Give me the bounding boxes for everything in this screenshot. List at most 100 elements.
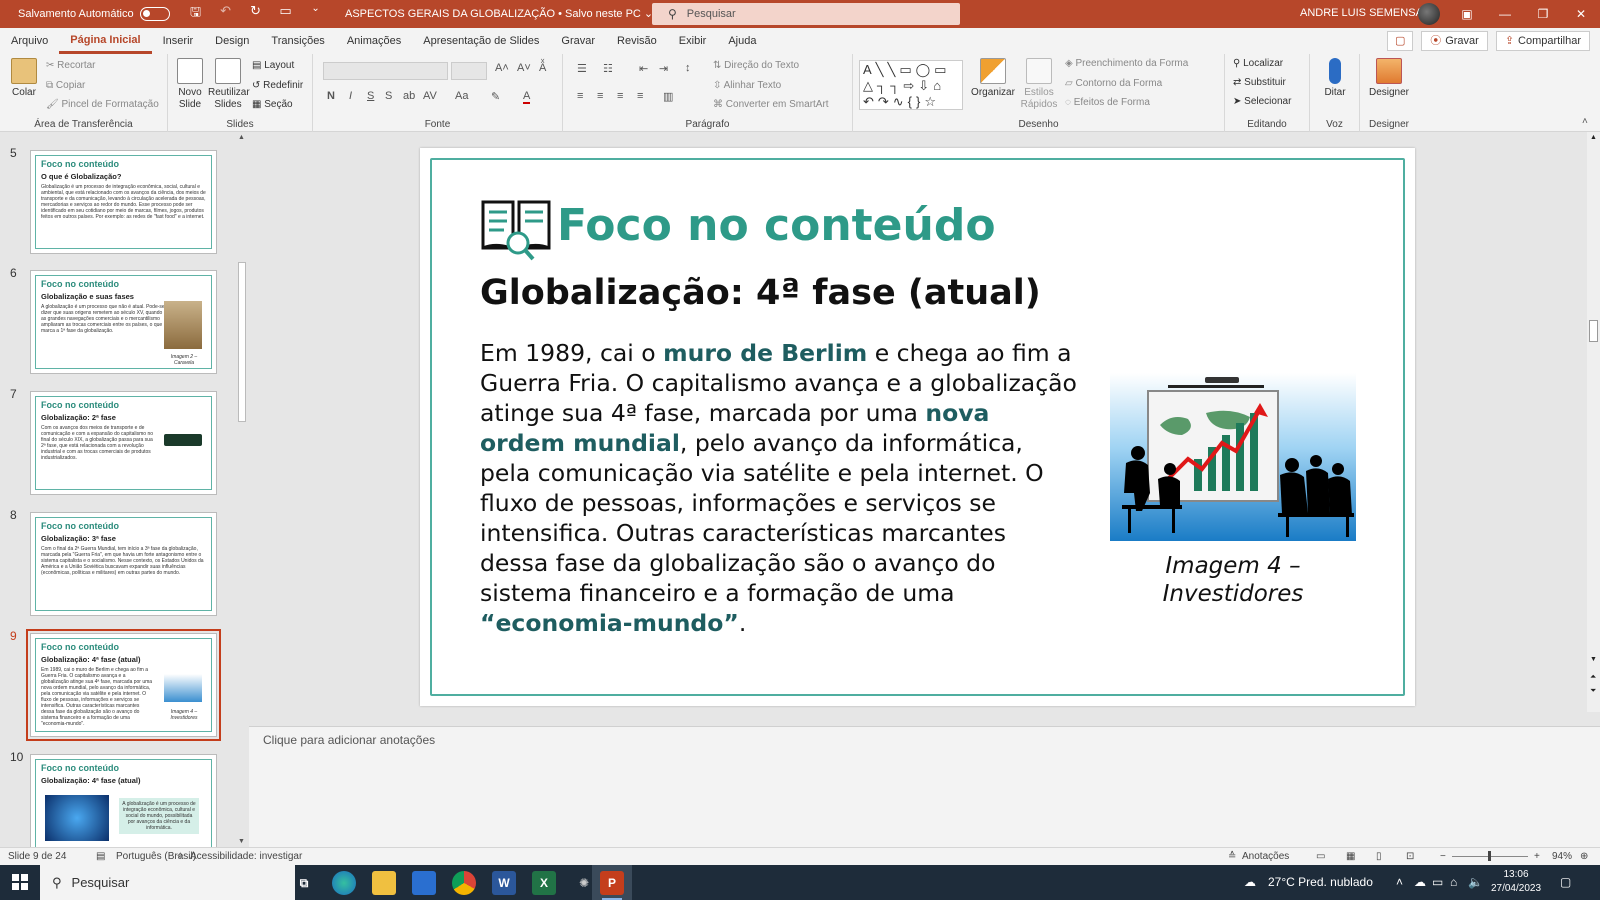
shapes-gallery[interactable]: A╲╲▭◯▭ △┐┐⇨⇩⌂ ↶↷∿{}☆ [859,60,963,110]
notes-pane[interactable]: Clique para adicionar anotações [249,726,1600,847]
user-name[interactable]: ANDRE LUIS SEMENSATO [1300,7,1437,19]
scroll-up-icon[interactable]: ▲ [1590,134,1597,141]
arrange-button[interactable]: Organizar [971,58,1015,99]
dictate-button[interactable]: Ditar [1318,58,1352,99]
comments-icon[interactable]: ▢ [1387,31,1414,51]
powerpoint-icon[interactable]: P [600,871,624,895]
scroll-thumb[interactable] [238,262,246,422]
reset-button[interactable]: ↺ Redefinir [252,80,303,91]
tab-revisao[interactable]: Revisão [606,28,668,54]
normal-view-icon[interactable]: ▭ [1316,851,1325,862]
reuse-slides-button[interactable]: Reutilizar Slides [208,58,250,111]
font-name-select[interactable] [323,62,448,80]
shrink-font-icon[interactable]: A˅ [517,62,531,74]
onedrive-icon[interactable]: ☁ [1414,865,1426,900]
highlight-icon[interactable]: ✎ [491,90,500,103]
tab-exibir[interactable]: Exibir [668,28,718,54]
zoom-slider-thumb[interactable] [1488,851,1491,861]
paste-button[interactable]: Colar [6,58,42,99]
investors-image[interactable] [1110,373,1356,541]
taskbar-search[interactable]: ⚲ Pesquisar [40,865,295,900]
smartart-button[interactable]: ⌘ Converter em SmartArt [713,99,829,110]
excel-icon[interactable]: X [532,871,556,895]
tab-apresentacao[interactable]: Apresentação de Slides [412,28,550,54]
fit-slide-icon[interactable]: ⊕ [1580,851,1588,862]
scroll-down-icon[interactable]: ▼ [238,838,245,845]
autosave-toggle[interactable] [139,7,170,21]
collapse-ribbon-icon[interactable]: ˄ [1582,116,1588,127]
slide-thumbnail-5[interactable]: Foco no conteúdo O que é Globalização? G… [30,150,217,254]
search-input[interactable]: ⚲ Pesquisar [652,3,960,25]
weather-status[interactable]: 27°C Pred. nublado [1268,865,1373,900]
task-view-icon[interactable]: ⧉ [292,871,316,895]
customize-qa-icon[interactable]: ⌄ [308,3,324,25]
columns-icon[interactable]: ▥ [663,90,673,103]
slide-thumbnail-7[interactable]: Foco no conteúdo Globalização: 2ª fase C… [30,391,217,495]
notifications-icon[interactable]: ▢ [1560,865,1571,900]
designer-button[interactable]: Designer [1366,58,1412,99]
tab-inserir[interactable]: Inserir [152,28,205,54]
justify-icon[interactable]: ≡ [637,90,643,102]
spacing-icon[interactable]: ab [403,90,415,102]
undo-icon[interactable]: ↶ [218,3,234,25]
close-icon[interactable]: ✕ [1562,0,1600,28]
tab-animacoes[interactable]: Animações [336,28,412,54]
format-painter-button[interactable]: 🖌 Pincel de Formatação [46,99,159,110]
slide-thumbnail-9[interactable]: Foco no conteúdo Globalização: 4ª fase (… [26,629,221,741]
replace-button[interactable]: ⇄ Substituir [1233,77,1286,88]
bold-icon[interactable]: N [327,90,335,102]
slide-thumbnail-8[interactable]: Foco no conteúdo Globalização: 3ª fase C… [30,512,217,616]
section-button[interactable]: ▦ Seção [252,99,293,110]
usb-icon[interactable]: ▭ [1432,865,1443,900]
align-right-icon[interactable]: ≡ [617,90,623,102]
slide-body-text[interactable]: Em 1989, cai o muro de Berlim e chega ao… [480,338,1080,638]
tab-arquivo[interactable]: Arquivo [0,28,59,54]
tab-ajuda[interactable]: Ajuda [717,28,767,54]
bullets-icon[interactable]: ☰ [577,62,587,75]
accessibility-status[interactable]: Acessibilidade: investigar [190,851,302,862]
quick-styles-button[interactable]: Estilos Rápidos [1017,58,1061,111]
scroll-down-icon[interactable]: ▼ [1590,656,1597,663]
shape-outline-button[interactable]: ▱ Contorno da Forma [1065,78,1162,89]
tab-pagina-inicial[interactable]: Página Inicial [59,28,152,54]
clear-format-icon[interactable]: Aͯ [539,62,546,74]
char-spacing-icon[interactable]: AV [423,90,437,102]
avatar[interactable] [1418,3,1440,25]
share-button[interactable]: ⇪ Compartilhar [1495,31,1590,51]
zoom-out-icon[interactable]: − [1440,851,1446,862]
italic-icon[interactable]: I [349,90,352,102]
redo-icon[interactable]: ↻ [248,3,264,25]
case-icon[interactable]: Aa [455,90,468,102]
autosave-control[interactable]: Salvamento Automático [18,7,170,21]
edge-icon[interactable] [332,871,356,895]
prev-slide-icon[interactable]: ⏶ [1590,672,1596,682]
cut-button[interactable]: ✂ Recortar [46,60,96,71]
font-size-select[interactable] [451,62,487,80]
tray-expand-icon[interactable]: ˄ [1396,865,1403,900]
font-color-icon[interactable]: A [523,90,531,104]
current-slide[interactable]: Foco no conteúdo Globalização: 4ª fase (… [420,148,1415,706]
copy-button[interactable]: ⧉ Copiar [46,80,85,91]
line-spacing-icon[interactable]: ↕ [685,62,691,74]
tab-design[interactable]: Design [204,28,260,54]
underline-icon[interactable]: S [367,90,374,102]
record-button[interactable]: ⦿ Gravar [1421,31,1488,51]
align-center-icon[interactable]: ≡ [597,90,603,102]
slide-thumbnail-10[interactable]: Foco no conteúdo Globalização: 4ª fase (… [30,754,217,847]
shape-fill-button[interactable]: ◈ Preenchimento da Forma [1065,58,1188,69]
increase-indent-icon[interactable]: ⇥ [659,62,668,75]
reading-view-icon[interactable]: ▯ [1376,851,1382,862]
notes-toggle[interactable]: Anotações [1242,851,1289,862]
editor-scrollbar[interactable]: ▲ ▼ ⏶ ⏷ [1587,132,1600,712]
chrome-icon[interactable] [452,871,476,895]
layout-button[interactable]: ▤ Layout [252,60,294,71]
store-icon[interactable] [412,871,436,895]
slide-title[interactable]: Foco no conteúdo [557,200,996,251]
present-icon[interactable]: ▭ [278,3,294,25]
spell-check-icon[interactable]: ▤ [96,851,105,862]
shape-effects-button[interactable]: ◌ Efeitos de Forma [1065,97,1150,108]
select-button[interactable]: ➤ Selecionar [1233,96,1291,107]
scroll-up-icon[interactable]: ▲ [238,134,245,141]
tab-transicoes[interactable]: Transições [260,28,335,54]
new-slide-button[interactable]: Novo Slide [172,58,208,111]
